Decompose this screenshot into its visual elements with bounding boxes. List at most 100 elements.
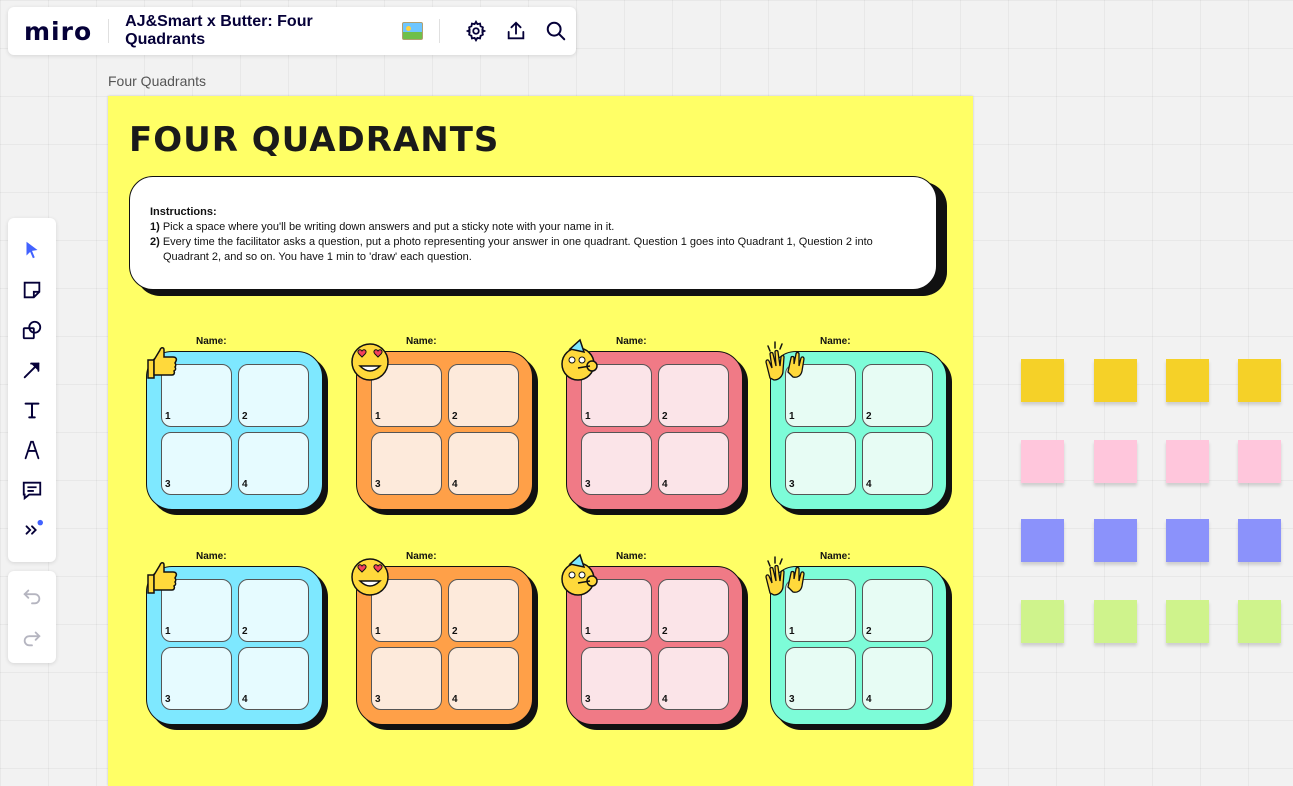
redo-button[interactable] [20, 626, 44, 650]
export-button[interactable] [496, 11, 536, 51]
more-tools-button[interactable] [20, 518, 44, 542]
quadrant-cell-3[interactable]: 3 [161, 432, 232, 495]
pen-tool[interactable] [20, 438, 44, 462]
frame-title: FOUR QUADRANTS [129, 120, 500, 160]
quadrant-number: 3 [165, 479, 171, 490]
quadrant-card[interactable]: Name: 1 2 3 4 [146, 551, 328, 741]
instruction-number: 1) [150, 221, 160, 233]
quadrant-number: 2 [242, 411, 248, 422]
frame-label[interactable]: Four Quadrants [108, 73, 206, 89]
clapping-hands-icon [762, 553, 806, 597]
more-tools-icon [25, 519, 43, 535]
quadrant-cell-4[interactable]: 4 [862, 432, 933, 495]
divider [108, 19, 110, 43]
quadrant-name-label: Name: [820, 551, 851, 562]
settings-button[interactable] [456, 11, 496, 51]
quadrant-number: 2 [242, 626, 248, 637]
quadrant-cell-4[interactable]: 4 [448, 647, 519, 710]
quadrant-cell-3[interactable]: 3 [371, 432, 442, 495]
quadrant-cell-4[interactable]: 4 [238, 432, 309, 495]
sticky-note[interactable] [1238, 600, 1281, 643]
quadrant-cell-4[interactable]: 4 [448, 432, 519, 495]
quadrant-number: 4 [866, 694, 872, 705]
quadrant-cell-2[interactable]: 2 [448, 579, 519, 642]
quadrant-number: 3 [585, 479, 591, 490]
quadrant-cell-4[interactable]: 4 [658, 432, 729, 495]
quadrant-cell-2[interactable]: 2 [658, 579, 729, 642]
quadrant-cell-2[interactable]: 2 [862, 579, 933, 642]
quadrant-cell-2[interactable]: 2 [238, 364, 309, 427]
quadrant-cell-2[interactable]: 2 [238, 579, 309, 642]
text-tool[interactable] [20, 398, 44, 422]
quadrant-card[interactable]: Name: 1 2 3 4 [351, 336, 538, 526]
quadrant-card[interactable]: Name: 1 2 3 4 [351, 551, 538, 741]
undo-button[interactable] [20, 584, 44, 608]
left-toolbar [8, 218, 56, 562]
select-tool[interactable] [20, 238, 44, 262]
cursor-icon [26, 241, 38, 259]
quadrant-name-label: Name: [616, 336, 647, 347]
quadrant-number: 3 [585, 694, 591, 705]
quadrant-cell-2[interactable]: 2 [658, 364, 729, 427]
quadrant-card[interactable]: Name: 1 2 3 4 [561, 551, 748, 741]
quadrant-number: 2 [452, 626, 458, 637]
quadrant-cell-2[interactable]: 2 [448, 364, 519, 427]
quadrant-card[interactable]: Name: 1 2 3 4 [765, 336, 952, 526]
pen-icon [24, 440, 40, 460]
instructions-heading: Instructions: [150, 206, 217, 218]
miro-logo[interactable]: miro [24, 17, 92, 46]
board-title[interactable]: AJ&Smart x Butter: Four Quadrants [125, 13, 424, 49]
sticky-note[interactable] [1094, 440, 1137, 483]
quadrant-cell-3[interactable]: 3 [161, 647, 232, 710]
quadrant-cell-2[interactable]: 2 [862, 364, 933, 427]
quadrant-name-label: Name: [196, 336, 227, 347]
quadrant-name-label: Name: [406, 551, 437, 562]
instructions-box[interactable]: Instructions: 1) Pick a space where you'… [129, 176, 937, 290]
sticky-note[interactable] [1166, 600, 1209, 643]
sticky-note[interactable] [1021, 600, 1064, 643]
sticky-note[interactable] [1021, 359, 1064, 402]
quadrant-cell-3[interactable]: 3 [785, 647, 856, 710]
quadrant-cell-3[interactable]: 3 [581, 432, 652, 495]
quadrant-cell-3[interactable]: 3 [581, 647, 652, 710]
thumbs-up-icon [138, 553, 182, 597]
quadrant-card[interactable]: Name: 1 2 3 4 [146, 336, 328, 526]
sticky-note-icon [23, 281, 41, 299]
connector-tool[interactable] [20, 358, 44, 382]
quadrant-cell-4[interactable]: 4 [238, 647, 309, 710]
sticky-note[interactable] [1238, 359, 1281, 402]
quadrant-number: 4 [452, 479, 458, 490]
sticky-note[interactable] [1166, 359, 1209, 402]
instruction-item: 2) Every time the facilitator asks a que… [150, 235, 916, 265]
comment-icon [22, 481, 42, 501]
sticky-note[interactable] [1094, 359, 1137, 402]
quadrant-cell-4[interactable]: 4 [658, 647, 729, 710]
sticky-note[interactable] [1166, 519, 1209, 562]
sticky-note[interactable] [1021, 440, 1064, 483]
sticky-note[interactable] [1021, 519, 1064, 562]
framed-picture-icon [402, 22, 424, 40]
quadrant-card[interactable]: Name: 1 2 3 4 [765, 551, 952, 741]
heart-eyes-emoji-icon [348, 338, 392, 382]
party-emoji-icon [558, 338, 602, 382]
sticky-note[interactable] [1166, 440, 1209, 483]
quadrant-number: 2 [662, 626, 668, 637]
quadrant-cell-3[interactable]: 3 [785, 432, 856, 495]
instruction-number: 2) [150, 236, 160, 248]
sticky-note[interactable] [1238, 519, 1281, 562]
quadrant-number: 1 [585, 411, 591, 422]
quadrant-number: 3 [789, 479, 795, 490]
quadrant-card[interactable]: Name: 1 2 3 4 [561, 336, 748, 526]
quadrant-number: 1 [165, 411, 171, 422]
sticky-note[interactable] [1094, 519, 1137, 562]
quadrant-cell-4[interactable]: 4 [862, 647, 933, 710]
sticky-note[interactable] [1094, 600, 1137, 643]
quadrant-cell-3[interactable]: 3 [371, 647, 442, 710]
sticky-note[interactable] [1238, 440, 1281, 483]
text-icon [24, 402, 40, 419]
board-title-text: AJ&Smart x Butter: Four Quadrants [125, 13, 313, 48]
search-button[interactable] [536, 11, 576, 51]
sticky-note-tool[interactable] [20, 278, 44, 302]
shapes-tool[interactable] [20, 318, 44, 342]
comment-tool[interactable] [20, 478, 44, 502]
